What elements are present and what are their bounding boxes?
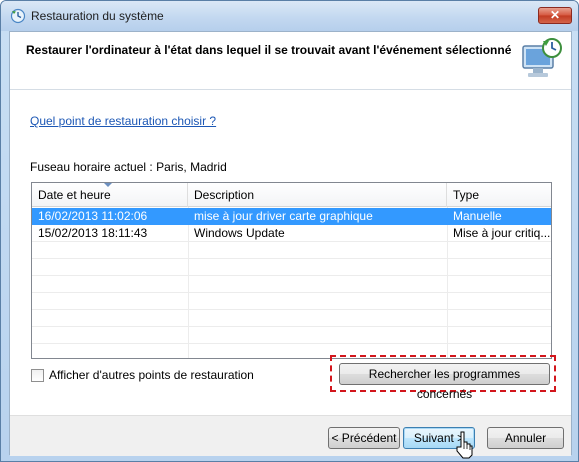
row-description: mise à jour driver carte graphique bbox=[194, 209, 373, 223]
mouse-pointer-icon bbox=[455, 431, 473, 459]
column-header-description-label: Description bbox=[194, 188, 255, 202]
column-header-date[interactable]: Date et heure bbox=[32, 183, 188, 207]
system-restore-computer-icon bbox=[519, 36, 563, 84]
column-header-description[interactable]: Description bbox=[188, 183, 447, 207]
row-divider bbox=[32, 258, 551, 259]
row-divider bbox=[32, 343, 551, 344]
row-divider bbox=[32, 326, 551, 327]
system-restore-window: Restauration du système ✕ Restaurer l'or… bbox=[0, 0, 579, 462]
table-header: Date et heure Description Type bbox=[32, 183, 551, 207]
window-title: Restauration du système bbox=[31, 9, 164, 23]
row-divider bbox=[32, 275, 551, 276]
row-type: Manuelle bbox=[453, 209, 502, 223]
header-title: Restaurer l'ordinateur à l'état dans leq… bbox=[26, 43, 512, 57]
show-more-label: Afficher d'autres points de restauration bbox=[49, 368, 254, 382]
row-date: 15/02/2013 18:11:43 bbox=[38, 226, 148, 240]
column-header-type[interactable]: Type bbox=[447, 183, 551, 207]
title-bar[interactable]: Restauration du système ✕ bbox=[1, 1, 578, 31]
cancel-button[interactable]: Annuler bbox=[487, 427, 564, 449]
scan-affected-programs-button[interactable]: Rechercher les programmes concernés bbox=[339, 363, 550, 401]
column-header-date-label: Date et heure bbox=[38, 188, 111, 202]
table-row[interactable]: 16/02/2013 11:02:06 mise à jour driver c… bbox=[32, 208, 551, 225]
back-button[interactable]: < Précédent bbox=[328, 427, 400, 449]
row-type: Mise à jour critiq... bbox=[453, 226, 551, 240]
show-more-restore-points[interactable]: Afficher d'autres points de restauration bbox=[31, 368, 254, 382]
timezone-label: Fuseau horaire actuel : Paris, Madrid bbox=[30, 160, 227, 174]
system-restore-icon bbox=[10, 8, 26, 24]
sort-arrow-icon bbox=[104, 183, 112, 187]
close-icon: ✕ bbox=[549, 8, 561, 22]
row-date: 16/02/2013 11:02:06 bbox=[38, 209, 148, 223]
row-description: Windows Update bbox=[194, 226, 285, 240]
footer-bar: < Précédent Suivant > Annuler bbox=[10, 416, 571, 456]
help-link[interactable]: Quel point de restauration choisir ? bbox=[30, 114, 216, 128]
restore-points-table[interactable]: Date et heure Description Type 16/02/201… bbox=[31, 182, 552, 359]
column-header-type-label: Type bbox=[453, 188, 480, 202]
header-panel: Restaurer l'ordinateur à l'état dans leq… bbox=[10, 32, 571, 90]
row-divider bbox=[32, 292, 551, 293]
table-row[interactable]: 15/02/2013 18:11:43 Windows Update Mise … bbox=[32, 225, 551, 242]
row-divider bbox=[32, 309, 551, 310]
close-button[interactable]: ✕ bbox=[538, 7, 572, 24]
show-more-checkbox[interactable] bbox=[31, 368, 44, 382]
dialog-content: Restaurer l'ordinateur à l'état dans leq… bbox=[9, 31, 572, 456]
